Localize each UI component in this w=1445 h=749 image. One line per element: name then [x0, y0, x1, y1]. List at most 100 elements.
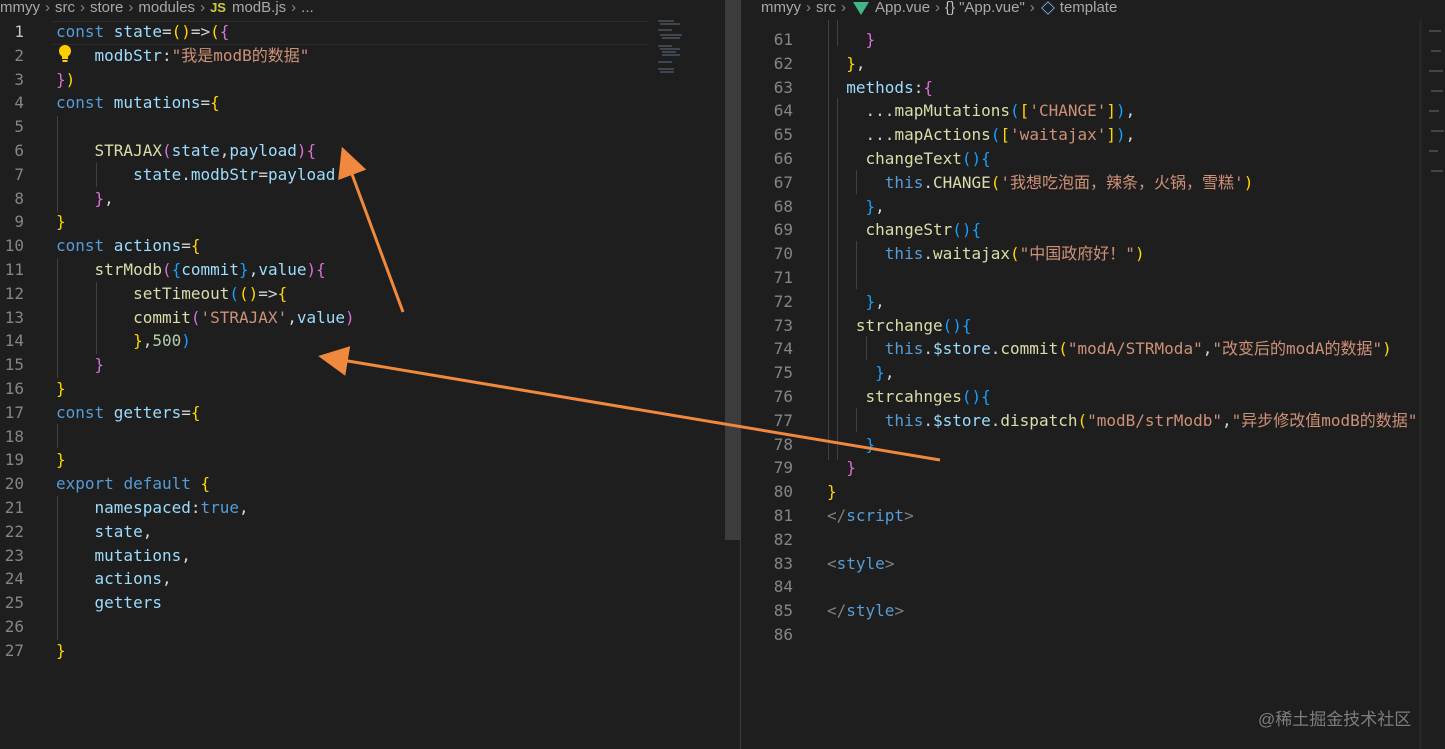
code-text[interactable]: STRAJAX(state,payload){: [56, 139, 317, 163]
breadcrumb-file[interactable]: modB.js: [232, 0, 286, 16]
code-text[interactable]: getters: [56, 591, 162, 615]
breadcrumb-file[interactable]: App.vue: [875, 0, 930, 16]
code-token: "modA/STRModa": [1067, 339, 1203, 359]
code-text[interactable]: ...mapMutations(['CHANGE']),: [827, 99, 1136, 123]
code-token: setTimeout: [133, 283, 230, 303]
code-text[interactable]: changeText(){: [827, 147, 991, 171]
chevron-right-icon: ›: [291, 0, 297, 16]
code-text[interactable]: }: [56, 377, 66, 401]
code-text[interactable]: <style>: [827, 552, 894, 576]
code-token: ...: [827, 125, 895, 145]
code-text[interactable]: const state=()=>({: [56, 20, 229, 44]
breadcrumb-item[interactable]: "App.vue": [959, 0, 1025, 16]
breadcrumb-item[interactable]: template: [1060, 0, 1118, 16]
line-number: 8: [14, 188, 24, 208]
code-text[interactable]: this.waitajax("中国政府好！"): [827, 242, 1145, 266]
breadcrumb-item[interactable]: modules: [138, 0, 195, 16]
code-text[interactable]: }: [827, 28, 876, 52]
code-text[interactable]: },: [827, 290, 885, 314]
line-number: 9: [14, 212, 24, 232]
right-minimap[interactable]: [1429, 20, 1445, 220]
code-text[interactable]: </style>: [827, 599, 904, 623]
breadcrumb-item[interactable]: src: [55, 0, 75, 16]
breadcrumb-item[interactable]: mmyy: [0, 0, 40, 16]
line-number: 17: [4, 402, 24, 422]
right-scrollbar[interactable]: [1419, 20, 1422, 749]
code-token: =: [161, 22, 172, 41]
code-text[interactable]: this.CHANGE('我想吃泡面，辣条，火锅，雪糕'): [827, 171, 1254, 195]
left-minimap[interactable]: [658, 20, 708, 80]
code-text[interactable]: actions,: [56, 567, 172, 591]
line-number: 61: [773, 30, 793, 49]
left-scrollbar[interactable]: [725, 0, 740, 540]
code-text[interactable]: export default {: [56, 472, 210, 496]
code-text[interactable]: },500): [56, 329, 191, 353]
breadcrumb-item[interactable]: src: [816, 0, 836, 16]
code-text[interactable]: }: [827, 456, 856, 480]
code-text[interactable]: </script>: [827, 504, 914, 528]
code-text[interactable]: const mutations={: [56, 91, 220, 115]
code-text[interactable]: },: [827, 361, 894, 385]
left-editor-pane[interactable]: mmyy › src › store › modules › JS modB.js ›... 1 co…: [0, 0, 740, 749]
chevron-right-icon: ›: [45, 0, 50, 16]
code-token: .: [990, 410, 1001, 430]
code-token: (: [161, 260, 172, 279]
code-text[interactable]: this.$store.dispatch("modB/strModb","异步修…: [827, 409, 1418, 433]
code-text[interactable]: mutations,: [56, 544, 191, 568]
code-token: getters: [94, 593, 162, 613]
code-token: ): [1243, 172, 1254, 192]
code-text[interactable]: },: [827, 195, 885, 219]
code-text[interactable]: }: [56, 353, 105, 377]
breadcrumb-item[interactable]: store: [90, 0, 123, 16]
code-text[interactable]: modbStr:"我是modB的数据": [56, 44, 310, 68]
code-text[interactable]: },: [56, 187, 114, 211]
code-text[interactable]: state,: [56, 520, 153, 544]
code-text[interactable]: methods:{: [827, 76, 933, 100]
code-text[interactable]: ...mapActions(['waitajax']),: [827, 123, 1136, 147]
code-text[interactable]: const actions={: [56, 234, 201, 258]
code-token: ): [1116, 125, 1126, 145]
code-text[interactable]: }: [56, 210, 66, 234]
code-token: }: [56, 212, 66, 232]
code-text[interactable]: },: [827, 52, 865, 76]
code-token: [: [1019, 101, 1030, 121]
code-token: const: [56, 22, 114, 41]
code-text[interactable]: state.modbStr=payload: [56, 163, 335, 187]
code-text[interactable]: namespaced:true,: [56, 496, 249, 520]
code-text[interactable]: strModb({commit},value){: [56, 258, 326, 282]
code-text[interactable]: }: [56, 448, 66, 472]
code-text[interactable]: commit('STRAJAX',value): [56, 306, 355, 330]
object-braces-icon: {}: [945, 0, 956, 16]
js-file-icon: JS: [210, 0, 226, 15]
code-text[interactable]: const getters={: [56, 401, 201, 425]
code-text[interactable]: strchange(){: [827, 314, 972, 338]
code-text[interactable]: }): [56, 68, 75, 92]
line-number: 16: [4, 379, 24, 398]
line-number: 1: [14, 22, 24, 41]
code-text[interactable]: }: [827, 433, 876, 457]
code-text[interactable]: }: [827, 480, 837, 504]
code-token: ,: [1202, 339, 1213, 359]
chevron-right-icon: ›: [80, 0, 85, 16]
code-text[interactable]: strcahnges(){: [827, 385, 991, 409]
code-token: .: [923, 244, 933, 264]
line-number: 15: [4, 355, 24, 375]
code-text[interactable]: changeStr(){: [827, 218, 982, 242]
code-text[interactable]: this.$store.commit("modA/STRModa","改变后的m…: [827, 337, 1392, 361]
breadcrumb-item[interactable]: ...: [301, 0, 314, 16]
breadcrumb-item[interactable]: mmyy: [761, 0, 801, 16]
code-text[interactable]: setTimeout(()=>{: [56, 282, 287, 306]
code-text[interactable]: }: [56, 639, 66, 663]
code-token: {: [981, 387, 991, 406]
right-editor-pane[interactable]: mmyy › src › App.vue ›{} "App.vue" › template 61…: [741, 0, 1445, 749]
code-token: =: [181, 236, 191, 256]
code-token: changeText: [865, 149, 962, 168]
